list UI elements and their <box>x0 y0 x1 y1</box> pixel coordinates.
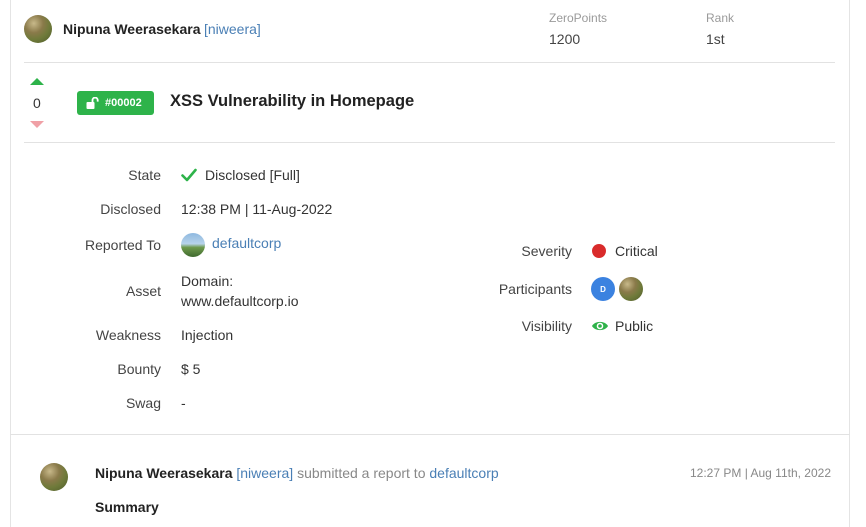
visibility-label: Visibility <box>521 318 572 334</box>
company-avatar[interactable] <box>181 233 205 257</box>
participants-label: Participants <box>498 281 572 297</box>
zeropoints-value: 1200 <box>549 31 581 47</box>
participant-avatar-initial[interactable]: D <box>591 277 615 301</box>
check-icon <box>181 168 197 185</box>
company-link[interactable]: defaultcorp <box>212 235 281 251</box>
header-divider <box>24 62 835 63</box>
asset-label: Asset <box>125 283 161 299</box>
asset-domain: www.defaultcorp.io <box>181 293 299 309</box>
report-id-badge: #00002 <box>77 91 154 115</box>
upvote-icon[interactable] <box>30 78 44 85</box>
title-divider <box>24 142 835 143</box>
bounty-label: Bounty <box>117 361 161 377</box>
downvote-icon[interactable] <box>30 121 44 128</box>
disclosed-label: Disclosed <box>100 201 161 217</box>
user-avatar[interactable] <box>24 15 52 43</box>
activity-user-name: Nipuna Weerasekara <box>95 465 233 481</box>
swag-value: - <box>181 395 186 411</box>
unlock-icon <box>86 97 99 109</box>
participant-avatar-user[interactable] <box>619 277 643 301</box>
severity-value: Critical <box>615 243 658 259</box>
state-label: State <box>128 167 161 183</box>
activity-avatar[interactable] <box>40 463 68 491</box>
reported-to-label: Reported To <box>84 237 161 253</box>
rank-label: Rank <box>706 11 735 25</box>
activity-timestamp: 12:27 PM | Aug 11th, 2022 <box>690 466 831 480</box>
vote-count: 0 <box>33 95 41 111</box>
details-divider <box>10 434 850 435</box>
weakness-label: Weakness <box>95 327 161 343</box>
activity-target-link[interactable]: defaultcorp <box>429 465 498 481</box>
visibility-value: Public <box>615 318 654 334</box>
activity-user-handle[interactable]: [niweera] <box>236 465 293 481</box>
swag-label: Swag <box>125 395 161 411</box>
eye-icon <box>591 319 609 336</box>
rank-value: 1st <box>706 31 725 47</box>
report-frame <box>10 0 850 527</box>
bounty-value: $ 5 <box>181 361 201 377</box>
user-handle-link[interactable]: [niweera] <box>204 21 261 37</box>
weakness-value: Injection <box>181 327 234 343</box>
activity-action: submitted a report to <box>297 465 426 481</box>
zeropoints-label: ZeroPoints <box>549 11 608 25</box>
asset-type: Domain: <box>181 273 234 289</box>
user-name: Nipuna Weerasekara <box>63 21 201 37</box>
state-value: Disclosed [Full] <box>205 167 300 183</box>
report-id: #00002 <box>105 97 142 109</box>
severity-dot-icon <box>592 244 606 258</box>
severity-label: Severity <box>521 243 572 259</box>
activity-line: Nipuna Weerasekara [niweera] submitted a… <box>95 465 499 481</box>
summary-heading: Summary <box>95 499 159 515</box>
disclosed-value: 12:38 PM | 11-Aug-2022 <box>181 201 333 217</box>
report-title: XSS Vulnerability in Homepage <box>170 92 415 110</box>
